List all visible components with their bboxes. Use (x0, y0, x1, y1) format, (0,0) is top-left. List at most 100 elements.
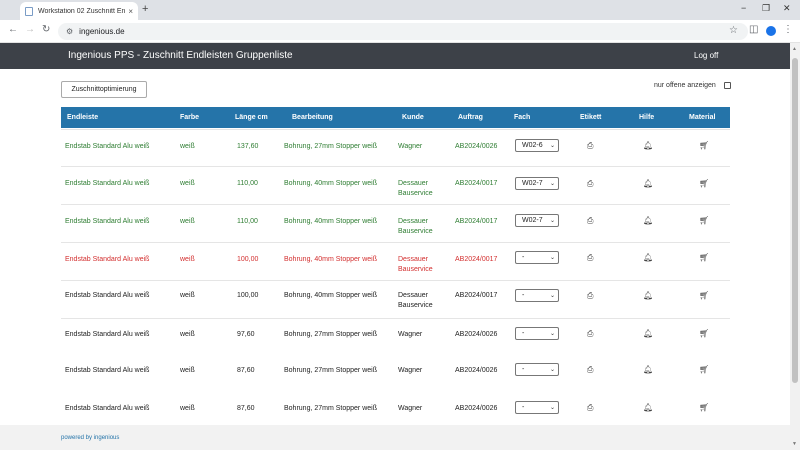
cell-kunde: Wagner (398, 143, 423, 150)
printer-icon[interactable]: ⎙ (587, 179, 593, 189)
cell-bearbeitung: Bohrung, 40mm Stopper weiß (284, 180, 377, 187)
site-info-icon[interactable]: ⚙ (66, 27, 73, 36)
profile-avatar-icon[interactable] (766, 26, 776, 36)
cell-bearbeitung: Bohrung, 40mm Stopper weiß (284, 218, 377, 225)
scroll-up-icon[interactable]: ▲ (792, 46, 797, 52)
cell-bearbeitung: Bohrung, 40mm Stopper weiß (284, 256, 377, 263)
printer-icon[interactable]: ⎙ (587, 141, 593, 151)
close-window-button[interactable]: ✕ (783, 3, 791, 14)
col-header-kunde: Kunde (402, 114, 424, 121)
new-tab-button[interactable]: + (142, 3, 148, 15)
open-only-filter: nur offene anzeigen (654, 82, 731, 89)
chevron-down-icon: ⌄ (549, 367, 555, 373)
cell-auftrag: AB2024/0026 (455, 367, 498, 374)
printer-icon[interactable]: ⎙ (587, 291, 593, 301)
bell-icon[interactable]: 🔔︎ (643, 141, 653, 150)
fach-select[interactable]: - ⌄ (515, 251, 559, 264)
logoff-link[interactable]: Log off (694, 51, 718, 60)
address-bar[interactable]: ⚙ ingenious.de ☆ (58, 23, 748, 40)
table-row[interactable]: Endstab Standard Alu weiß weiß 100,00 Bo… (61, 280, 730, 318)
reload-icon[interactable]: ↻ (42, 24, 50, 35)
cell-farbe: weiß (180, 331, 195, 338)
table-row[interactable]: Endstab Standard Alu weiß weiß 110,00 Bo… (61, 204, 730, 242)
bell-icon[interactable]: 🔔︎ (643, 291, 653, 300)
cart-icon[interactable]: 🛒︎ (699, 141, 709, 150)
fach-select[interactable]: W02-7 ⌄ (515, 214, 559, 227)
row-divider (61, 280, 730, 281)
page-title: Ingenious PPS - Zuschnitt Endleisten Gru… (68, 50, 293, 61)
row-divider (61, 318, 730, 319)
cell-auftrag: AB2024/0026 (455, 143, 498, 150)
bookmark-star-icon[interactable]: ☆ (729, 25, 738, 36)
forward-icon[interactable]: → (25, 24, 35, 35)
table-row[interactable]: Endstab Standard Alu weiß weiß 87,60 Boh… (61, 390, 730, 425)
fach-select-value: - (522, 292, 525, 299)
cart-icon[interactable]: 🛒︎ (699, 329, 709, 338)
printer-icon[interactable]: ⎙ (587, 365, 593, 375)
zuschnittoptimierung-button[interactable]: Zuschnittoptimierung (61, 81, 147, 98)
bell-icon[interactable]: 🔔︎ (643, 365, 653, 374)
row-divider (61, 166, 730, 167)
printer-icon[interactable]: ⎙ (587, 253, 593, 263)
cell-laenge: 87,60 (237, 405, 255, 412)
bell-icon[interactable]: 🔔︎ (643, 329, 653, 338)
browser-tab[interactable]: Workstation 02 Zuschnitt Endleis × (20, 2, 138, 20)
fach-select[interactable]: - ⌄ (515, 363, 559, 376)
bell-icon[interactable]: 🔔︎ (643, 216, 653, 225)
page-footer: powered by ingenious (0, 425, 790, 450)
cart-icon[interactable]: 🛒︎ (699, 253, 709, 262)
cell-bearbeitung: Bohrung, 27mm Stopper weiß (284, 367, 377, 374)
tab-close-icon[interactable]: × (128, 7, 133, 16)
minimize-button[interactable]: − (741, 3, 746, 13)
printer-icon[interactable]: ⎙ (587, 403, 593, 413)
chevron-down-icon: ⌄ (549, 181, 555, 187)
side-panel-icon[interactable]: ◫ (749, 24, 758, 35)
table-row[interactable]: Endstab Standard Alu weiß weiß 137,60 Bo… (61, 129, 730, 166)
fach-select[interactable]: - ⌄ (515, 327, 559, 340)
fach-select[interactable]: - ⌄ (515, 401, 559, 414)
open-only-checkbox[interactable] (723, 82, 731, 89)
col-header-fach: Fach (514, 114, 531, 121)
scrollbar-thumb[interactable] (792, 58, 798, 383)
bell-icon[interactable]: 🔔︎ (643, 253, 653, 262)
cell-kunde: Wagner (398, 331, 423, 338)
printer-icon[interactable]: ⎙ (587, 216, 593, 226)
cell-kunde: Wagner (398, 405, 423, 412)
cell-bearbeitung: Bohrung, 40mm Stopper weiß (284, 292, 377, 299)
cart-icon[interactable]: 🛒︎ (699, 403, 709, 412)
url-text: ingenious.de (79, 27, 125, 36)
table-row[interactable]: Endstab Standard Alu weiß weiß 110,00 Bo… (61, 166, 730, 204)
chevron-down-icon: ⌄ (549, 293, 555, 299)
scroll-down-icon[interactable]: ▼ (792, 441, 797, 447)
powered-by-link[interactable]: powered by ingenious (61, 435, 119, 441)
cell-auftrag: AB2024/0026 (455, 331, 498, 338)
browser-tabbar: Workstation 02 Zuschnitt Endleis × + − ❐… (0, 0, 800, 20)
cart-icon[interactable]: 🛒︎ (699, 216, 709, 225)
table-row[interactable]: Endstab Standard Alu weiß weiß 87,60 Boh… (61, 355, 730, 390)
fach-select[interactable]: - ⌄ (515, 289, 559, 302)
browser-menu-icon[interactable]: ⋮ (783, 24, 793, 35)
cell-endleiste: Endstab Standard Alu weiß (65, 405, 150, 412)
bell-icon[interactable]: 🔔︎ (643, 179, 653, 188)
cart-icon[interactable]: 🛒︎ (699, 179, 709, 188)
cell-endleiste: Endstab Standard Alu weiß (65, 143, 150, 150)
printer-icon[interactable]: ⎙ (587, 329, 593, 339)
fach-select[interactable]: W02-7 ⌄ (515, 177, 559, 190)
cell-kunde: Wagner (398, 367, 423, 374)
chevron-down-icon: ⌄ (549, 405, 555, 411)
cell-auftrag: AB2024/0017 (455, 292, 498, 299)
bell-icon[interactable]: 🔔︎ (643, 403, 653, 412)
table-row[interactable]: Endstab Standard Alu weiß weiß 97,60 Boh… (61, 318, 730, 355)
table-row[interactable]: Endstab Standard Alu weiß weiß 100,00 Bo… (61, 242, 730, 280)
cell-laenge: 87,60 (237, 367, 255, 374)
cell-farbe: weiß (180, 292, 195, 299)
cell-laenge: 110,00 (237, 218, 258, 225)
fach-select-value: W02-6 (522, 142, 543, 149)
cell-endleiste: Endstab Standard Alu weiß (65, 256, 150, 263)
maximize-button[interactable]: ❐ (762, 3, 770, 14)
cart-icon[interactable]: 🛒︎ (699, 365, 709, 374)
back-icon[interactable]: ← (8, 24, 18, 35)
cart-icon[interactable]: 🛒︎ (699, 291, 709, 300)
row-divider (61, 129, 730, 130)
fach-select[interactable]: W02-6 ⌄ (515, 139, 559, 152)
